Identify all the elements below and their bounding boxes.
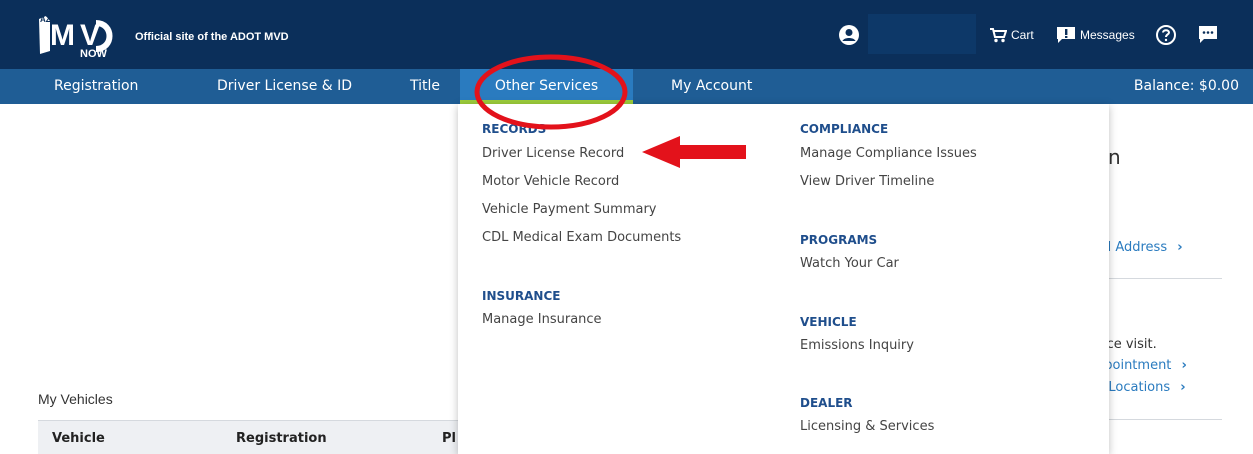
compliance-heading: COMPLIANCE bbox=[800, 122, 889, 136]
column-header-plate[interactable]: Pl bbox=[442, 431, 456, 446]
licensing-services-link[interactable]: Licensing & Services bbox=[800, 419, 934, 434]
chevron-right-icon: › bbox=[1180, 380, 1186, 395]
vehicle-payment-summary-link[interactable]: Vehicle Payment Summary bbox=[482, 202, 657, 217]
messages-label: Messages bbox=[1080, 28, 1135, 42]
vehicles-table-header: Vehicle Registration Pl bbox=[38, 420, 468, 454]
nav-driver-license[interactable]: Driver License & ID bbox=[217, 69, 352, 104]
other-services-dropdown: RECORDS Driver License Record Motor Vehi… bbox=[458, 104, 1109, 454]
message-alert-icon bbox=[1057, 27, 1075, 43]
dealer-heading: DEALER bbox=[800, 396, 853, 410]
red-arrow-annotation bbox=[642, 136, 746, 168]
cart-button[interactable]: Cart bbox=[989, 23, 1034, 47]
manage-insurance-link[interactable]: Manage Insurance bbox=[482, 312, 602, 327]
account-name-box[interactable] bbox=[868, 14, 976, 54]
manage-compliance-issues-link[interactable]: Manage Compliance Issues bbox=[800, 146, 977, 161]
highlight-oval-annotation bbox=[474, 54, 628, 130]
chevron-right-icon: › bbox=[1177, 240, 1183, 255]
locations-link[interactable]: d Locations › bbox=[1096, 380, 1186, 395]
site-label: Official site of the ADOT MVD bbox=[135, 31, 289, 43]
divider bbox=[1109, 278, 1222, 279]
column-header-vehicle[interactable]: Vehicle bbox=[52, 431, 105, 446]
messages-button[interactable]: Messages bbox=[1056, 23, 1135, 47]
driver-license-record-link[interactable]: Driver License Record bbox=[482, 146, 624, 161]
my-vehicles-title: My Vehicles bbox=[38, 391, 113, 407]
cdl-medical-exam-documents-link[interactable]: CDL Medical Exam Documents bbox=[482, 230, 681, 245]
cart-label: Cart bbox=[1011, 28, 1034, 42]
divider bbox=[1109, 419, 1222, 420]
partial-section-heading: n bbox=[1108, 145, 1121, 169]
svg-text:M: M bbox=[50, 19, 75, 52]
appointment-link[interactable]: ppointment › bbox=[1096, 358, 1187, 373]
nav-registration[interactable]: Registration bbox=[54, 69, 138, 104]
nav-title[interactable]: Title bbox=[410, 69, 440, 104]
help-icon[interactable] bbox=[1155, 24, 1177, 46]
view-driver-timeline-link[interactable]: View Driver Timeline bbox=[800, 174, 934, 189]
watch-your-car-link[interactable]: Watch Your Car bbox=[800, 256, 899, 271]
insurance-heading: INSURANCE bbox=[482, 289, 561, 303]
account-icon[interactable] bbox=[838, 24, 860, 46]
balance-display: Balance: $0.00 bbox=[1133, 78, 1239, 94]
chevron-right-icon: › bbox=[1181, 358, 1187, 373]
mvd-now-logo[interactable]: AZ M V NOW bbox=[36, 11, 118, 60]
svg-text:NOW: NOW bbox=[80, 48, 108, 59]
cart-icon bbox=[990, 28, 1007, 43]
column-header-registration[interactable]: Registration bbox=[236, 431, 327, 446]
nav-my-account[interactable]: My Account bbox=[671, 69, 752, 104]
chat-icon[interactable] bbox=[1197, 24, 1219, 46]
vehicle-heading: VEHICLE bbox=[800, 315, 857, 329]
motor-vehicle-record-link[interactable]: Motor Vehicle Record bbox=[482, 174, 619, 189]
programs-heading: PROGRAMS bbox=[800, 233, 878, 247]
emissions-inquiry-link[interactable]: Emissions Inquiry bbox=[800, 338, 914, 353]
